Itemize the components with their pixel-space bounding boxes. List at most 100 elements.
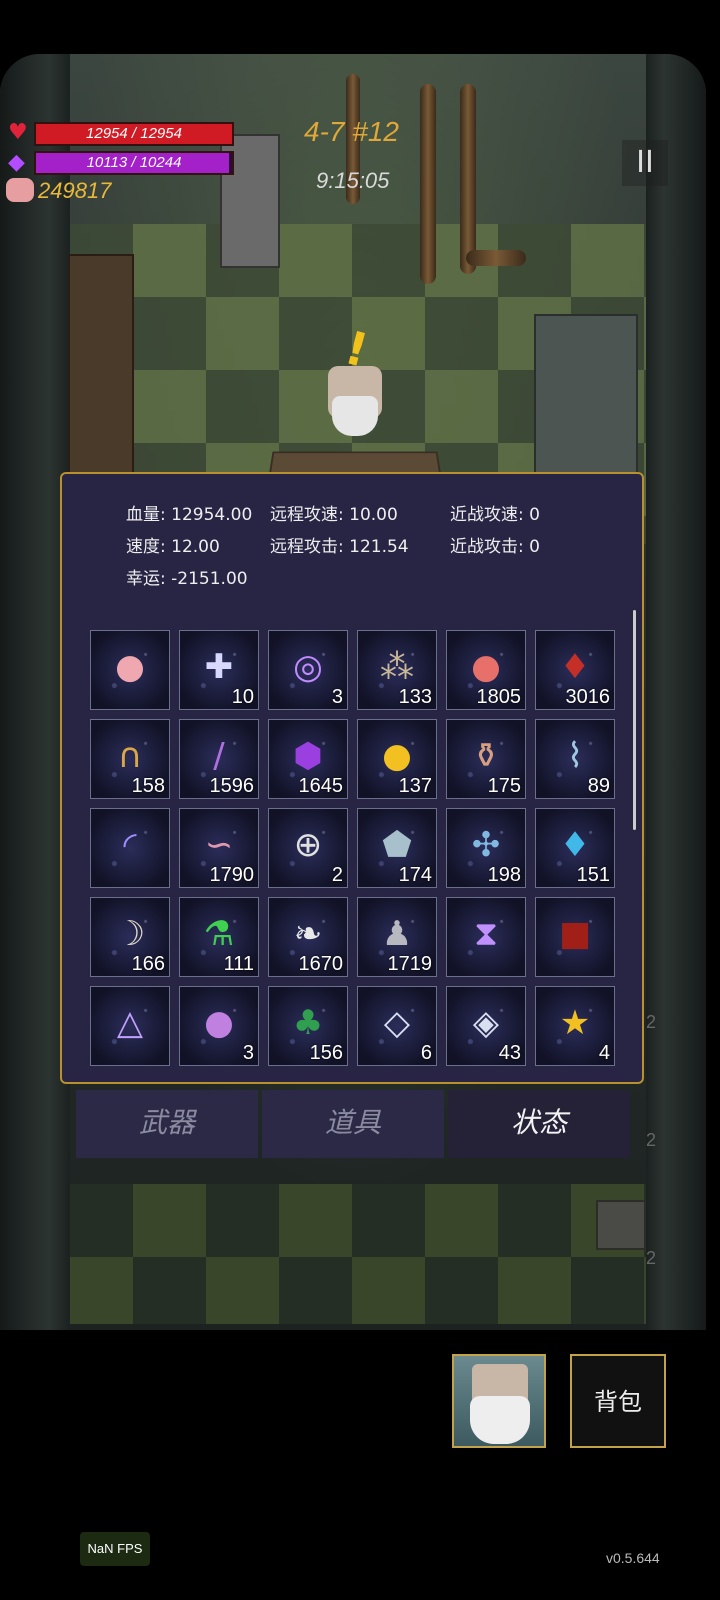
item-count: 10	[231, 686, 254, 708]
item-slot[interactable]: ⧗	[446, 897, 526, 977]
tab-weapons[interactable]: 武器	[76, 1090, 258, 1158]
tab-status[interactable]: 状态	[448, 1090, 630, 1158]
stat-hp: 血量: 12954.00	[126, 500, 252, 525]
stone-icon: ⬟	[382, 824, 412, 865]
item-count: 175	[487, 775, 521, 797]
item-slot[interactable]: ∽ 1790	[179, 808, 259, 888]
item-slot[interactable]: ♦ 3016	[535, 630, 615, 710]
status-panel: 血量: 12954.00 远程攻速: 10.00 近战攻速: 0 速度: 12.…	[60, 472, 644, 1084]
feather-icon: ❧	[293, 913, 323, 954]
item-slot[interactable]: ❧ 1670	[268, 897, 348, 977]
item-count: 3016	[565, 686, 611, 708]
item-count: 1645	[298, 775, 344, 797]
spellbook-icon: ■	[558, 913, 592, 954]
item-slot[interactable]: ⚗ 111	[179, 897, 259, 977]
pipe	[420, 84, 436, 284]
item-slot[interactable]: ● 3	[179, 986, 259, 1066]
stat-label: 远程攻速:	[270, 505, 344, 525]
item-slot[interactable]: ⬟ 174	[357, 808, 437, 888]
item-count: 1670	[298, 953, 344, 975]
item-slot[interactable]: ◈ 43	[446, 986, 526, 1066]
side-count: 2	[646, 1130, 657, 1150]
item-count: 198	[487, 864, 521, 886]
item-slot[interactable]: /1596	[179, 719, 259, 799]
scrollbar[interactable]	[633, 610, 636, 830]
mana-gem-icon: ◆	[8, 150, 25, 175]
spiral-rune-icon: ◎	[293, 646, 323, 687]
wand-icon: /	[213, 735, 225, 776]
vial-icon: ⌇	[566, 735, 584, 776]
item-count: 3	[242, 1042, 254, 1064]
piggy-bank-icon: ●	[115, 646, 145, 687]
item-slot[interactable]: ⊕ 2	[268, 808, 348, 888]
item-count: 3	[331, 686, 343, 708]
pause-button[interactable]: II	[622, 140, 668, 186]
stat-value: 10.00	[349, 505, 398, 525]
side-count: 2	[646, 1012, 657, 1032]
purple-snail-icon: ⬢	[293, 735, 323, 776]
item-slot[interactable]: ◜	[90, 808, 170, 888]
item-slot[interactable]: ★ 4	[535, 986, 615, 1066]
backpack-button[interactable]: 背包	[570, 1354, 666, 1448]
item-slot[interactable]: ∩ 158	[90, 719, 170, 799]
mp-text: 10113 / 10244	[86, 154, 182, 171]
item-slot[interactable]: ■	[535, 897, 615, 977]
stat-luck: 幸运: -2151.00	[126, 564, 248, 589]
portrait-beard	[470, 1396, 530, 1444]
item-slot[interactable]: ●	[90, 630, 170, 710]
item-count: 4	[598, 1042, 610, 1064]
item-slot[interactable]: ♟ 1719	[357, 897, 437, 977]
side-count: 2	[646, 1248, 657, 1268]
item-count: 133	[398, 686, 432, 708]
gold-coin-icon: ●	[382, 735, 412, 776]
pig-coin-icon	[6, 178, 34, 202]
star-trophy-icon: ★	[559, 1002, 591, 1043]
npc-beard	[332, 396, 378, 436]
character-portrait-button[interactable]	[452, 1354, 546, 1448]
item-count: 158	[131, 775, 165, 797]
item-slot[interactable]: ♣ 156	[268, 986, 348, 1066]
item-slot[interactable]: ● 137	[357, 719, 437, 799]
stat-label: 血量:	[126, 505, 166, 525]
chevron-gem-icon: ◇	[383, 1002, 411, 1043]
item-slot[interactable]: ✣ 198	[446, 808, 526, 888]
item-count: 43	[498, 1042, 521, 1064]
item-slot[interactable]: ◇ 6	[357, 986, 437, 1066]
stat-melee-attack: 近战攻击: 0	[450, 532, 540, 557]
stat-label: 幸运:	[126, 569, 166, 589]
pipe	[466, 250, 526, 266]
item-count: 137	[398, 775, 432, 797]
item-slot[interactable]: ⌇ 89	[535, 719, 615, 799]
item-slot[interactable]: △	[90, 986, 170, 1066]
stat-label: 速度:	[126, 537, 166, 557]
fps-counter: NaN FPS	[80, 1532, 150, 1566]
stat-value: 0	[529, 505, 540, 525]
item-count: 1805	[476, 686, 522, 708]
lower-floor	[60, 1184, 650, 1324]
tab-props[interactable]: 道具	[262, 1090, 444, 1158]
item-count: 166	[131, 953, 165, 975]
hp-text: 12954 / 12954	[86, 125, 182, 142]
item-slot[interactable]: ♦ 151	[535, 808, 615, 888]
stat-value: 12.00	[171, 537, 220, 557]
peach-icon: ●	[471, 646, 501, 687]
worm-icon: ∽	[204, 824, 234, 865]
item-slot[interactable]: ⁂ 133	[357, 630, 437, 710]
item-slot[interactable]: ⬢ 1645	[268, 719, 348, 799]
stat-label: 近战攻击:	[450, 537, 524, 557]
statue-icon: ♟	[381, 913, 413, 954]
item-slot[interactable]: ⚱ 175	[446, 719, 526, 799]
medkit-icon: ✚	[204, 646, 234, 687]
stat-value: 12954.00	[171, 505, 253, 525]
coin-count: 249817	[38, 178, 112, 203]
level-indicator: 4-7 #12	[304, 116, 399, 147]
pebbles-icon: ⁂	[380, 646, 414, 687]
stat-value: 0	[529, 537, 540, 557]
item-slot[interactable]: ● 1805	[446, 630, 526, 710]
item-slot[interactable]: ◎ 3	[268, 630, 348, 710]
item-slot[interactable]: ☽ 166	[90, 897, 170, 977]
medal-icon: ⊕	[293, 824, 323, 865]
item-slot[interactable]: ✚ 10	[179, 630, 259, 710]
version-label: v0.5.644	[606, 1550, 660, 1566]
hp-bar: 12954 / 12954	[34, 122, 234, 146]
